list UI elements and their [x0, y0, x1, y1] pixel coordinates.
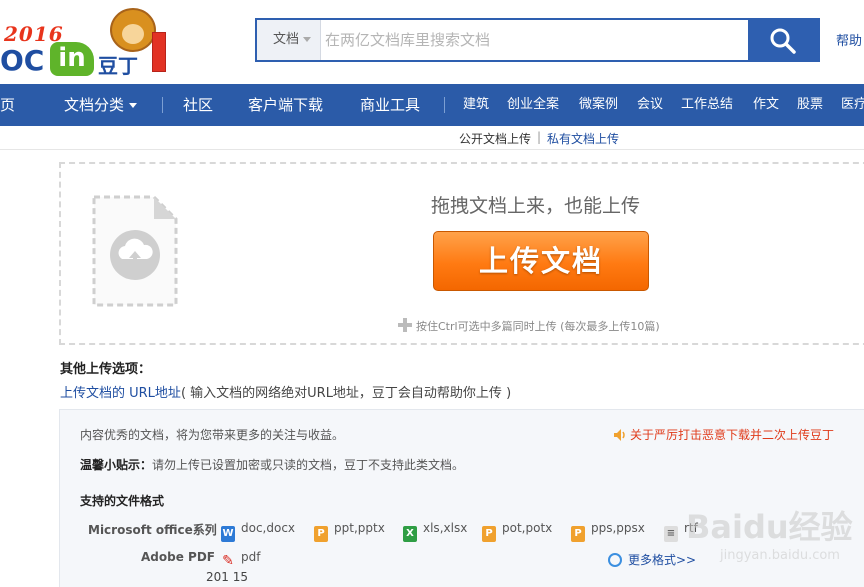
monkey-mascot-icon: [110, 8, 156, 52]
upload-page: 2016 OC in 豆丁 文档 帮助 页 文档分类 社区 客户端下: [0, 0, 864, 587]
nav-tag-micro-case[interactable]: 微案例: [579, 84, 618, 126]
upload-type-tabs: 公开文档上传 | 私有文档上传: [0, 126, 864, 150]
watermark-main: Baidu经验: [686, 508, 853, 546]
ppt-icon: P: [314, 526, 328, 542]
search-scope-label: 文档: [273, 32, 300, 47]
header: 2016 OC in 豆丁 文档 帮助: [0, 0, 864, 84]
format-text: doc,docx: [241, 521, 296, 535]
nav-item-home[interactable]: 页: [0, 84, 15, 126]
format-text: xls,xlsx: [423, 521, 468, 535]
chevron-down-icon: [303, 37, 312, 42]
nav-divider: [444, 97, 445, 113]
upload-document-button[interactable]: 上传文档: [433, 231, 649, 291]
chevron-down-icon: [129, 103, 138, 108]
other-options-title: 其他上传选项：: [60, 362, 152, 377]
search-button[interactable]: [748, 20, 818, 60]
format-text: pps,ppsx: [591, 521, 645, 535]
nav-tag-medical[interactable]: 医疗: [841, 84, 864, 126]
format-row-label: Microsoft office系列: [88, 523, 217, 537]
word-icon: W: [221, 526, 235, 542]
excel-icon: X: [403, 526, 417, 542]
format-item: ✎ pdf: [221, 550, 260, 569]
url-upload-desc: ( 输入文档的网络绝对URL地址，豆丁会自动帮助你上传 ): [180, 386, 512, 401]
search-scope-select[interactable]: 文档: [257, 20, 321, 60]
format-text: pdf: [241, 550, 261, 564]
search-bar: 文档: [255, 18, 820, 62]
nav-tag-stocks[interactable]: 股票: [797, 84, 823, 126]
banner-scroll-icon: [152, 32, 166, 72]
nav-divider: [162, 97, 163, 113]
nav-tag-startup[interactable]: 创业全案: [507, 84, 559, 126]
partial-format-row: 201 15: [206, 570, 248, 584]
tab-private-upload[interactable]: 私有文档上传: [547, 130, 619, 147]
nav-tag-essay[interactable]: 作文: [753, 84, 779, 126]
format-item: Ppot,potx: [482, 521, 552, 542]
drag-hint-text: 拖拽文档上来，也能上传: [431, 195, 641, 217]
nav-categories-label: 文档分类: [64, 96, 125, 114]
logo-brand-left: OC: [0, 44, 45, 77]
url-upload-option: 上传文档的 URL地址( 输入文档的网络绝对URL地址，豆丁会自动帮助你上传 ): [60, 382, 511, 401]
nav-tag-work-summary[interactable]: 工作总结: [681, 84, 733, 126]
watermark-sub: jingyan.baidu.com: [720, 548, 840, 563]
warm-tip-text: 请勿上传已设置加密或只读的文档，豆丁不支持此类文档。: [152, 458, 465, 472]
warm-tip: 温馨小贴示：请勿上传已设置加密或只读的文档，豆丁不支持此类文档。: [80, 456, 464, 473]
speaker-icon: [614, 429, 625, 441]
cloud-file-icon: [92, 195, 178, 307]
more-formats-link[interactable]: 更多格式>>: [608, 551, 696, 568]
url-upload-link[interactable]: 上传文档的 URL地址: [60, 386, 181, 401]
nav-item-client-download[interactable]: 客户端下载: [248, 84, 323, 126]
search-input[interactable]: [323, 20, 749, 60]
supported-formats-title: 支持的文件格式: [80, 494, 165, 508]
anti-piracy-notice[interactable]: 关于严厉打击恶意下载并二次上传豆丁: [613, 426, 834, 443]
format-item: Ppps,ppsx: [571, 521, 645, 542]
pot-icon: P: [482, 526, 496, 542]
logo-brand-in: in: [50, 42, 94, 76]
plus-icon: [398, 318, 412, 332]
docin-logo[interactable]: 2016 OC in 豆丁: [0, 6, 175, 78]
main-nav: 页 文档分类 社区 客户端下载 商业工具 建筑 创业全案 微案例 会议 工作总结…: [0, 84, 864, 126]
tab-divider: |: [537, 130, 542, 144]
format-item: Wdoc,docx: [221, 521, 295, 542]
anti-piracy-notice-text: 关于严厉打击恶意下载并二次上传豆丁: [630, 428, 835, 442]
more-formats-icon: [608, 553, 622, 567]
logo-brand-cn: 豆丁: [98, 54, 138, 78]
nav-item-community[interactable]: 社区: [183, 84, 213, 126]
nav-item-business-tools[interactable]: 商业工具: [360, 84, 420, 126]
warm-tip-label: 温馨小贴示：: [80, 458, 153, 472]
format-text: ppt,pptx: [334, 521, 385, 535]
nav-tag-construction[interactable]: 建筑: [463, 84, 489, 126]
nav-item-categories[interactable]: 文档分类: [64, 84, 138, 126]
nav-tag-meeting[interactable]: 会议: [637, 84, 663, 126]
pps-icon: P: [571, 526, 585, 542]
baidu-watermark-logo: Baidu经验 jingyan.baidu.com: [686, 492, 864, 582]
help-link[interactable]: 帮助: [836, 30, 862, 49]
format-row-label: Adobe PDF: [141, 550, 215, 564]
rtf-icon: ≡: [664, 526, 678, 542]
multi-select-tip-text: 按住Ctrl可选中多篇同时上传 (每次最多上传10篇): [416, 320, 660, 333]
format-item: Pppt,pptx: [314, 521, 385, 542]
upload-dropzone[interactable]: 拖拽文档上来，也能上传 上传文档 按住Ctrl可选中多篇同时上传 (每次最多上传…: [59, 162, 864, 345]
quality-note: 内容优秀的文档，将为您带来更多的关注与收益。: [80, 428, 345, 442]
format-item: Xxls,xlsx: [403, 521, 467, 542]
pdf-icon: ✎: [222, 553, 234, 569]
search-icon: [770, 28, 796, 54]
multi-select-tip: 按住Ctrl可选中多篇同时上传 (每次最多上传10篇): [398, 318, 660, 334]
format-text: pot,potx: [502, 521, 553, 535]
tab-public-upload[interactable]: 公开文档上传: [459, 130, 531, 147]
